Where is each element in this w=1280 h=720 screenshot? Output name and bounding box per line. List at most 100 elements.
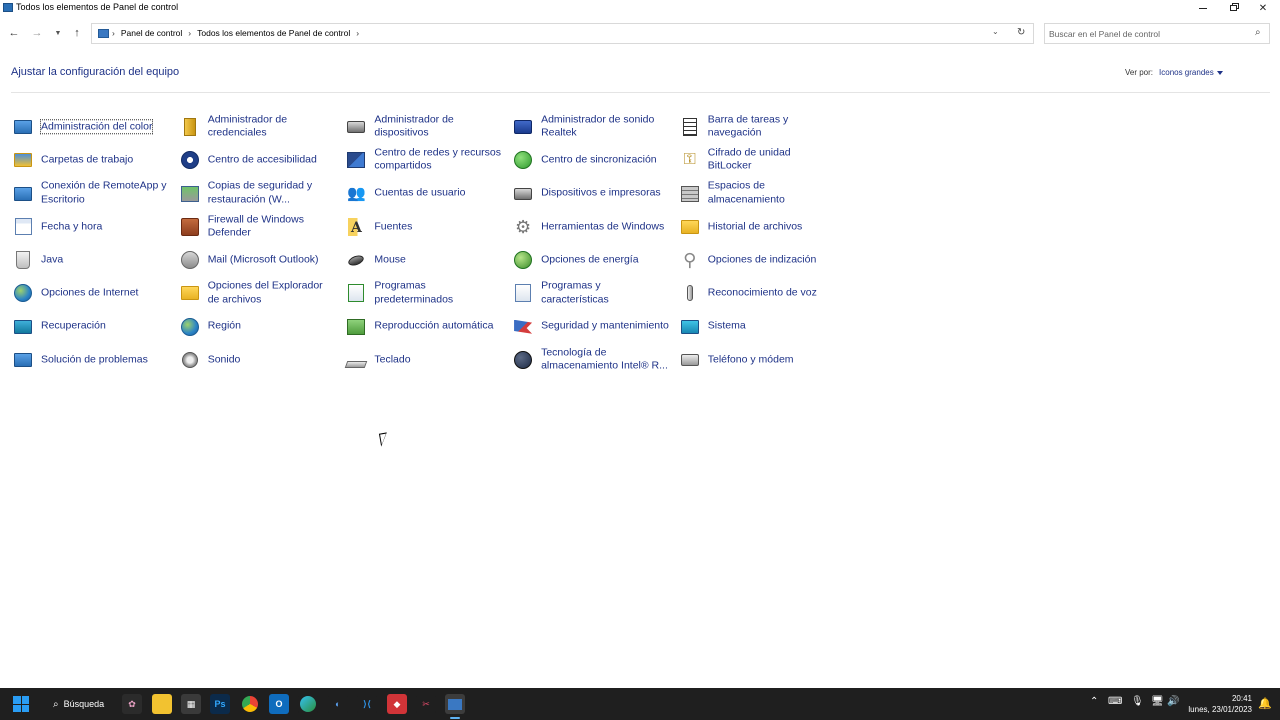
mail-icon <box>179 249 201 271</box>
chevron-up-icon[interactable]: ⌃ <box>1090 696 1098 707</box>
up-button[interactable]: ↑ <box>70 26 84 40</box>
taskbar-app-outlook[interactable]: O <box>269 694 289 714</box>
sync-center-icon <box>512 149 534 171</box>
search-box[interactable]: ⌕ <box>1044 23 1270 44</box>
taskbar-app-snipping[interactable]: ✂ <box>416 694 436 714</box>
item-system[interactable]: Sistema <box>677 310 844 343</box>
taskbar-app-store[interactable]: ▦ <box>181 694 201 714</box>
item-realtek-audio[interactable]: Administrador de sonido Realtek <box>510 110 677 143</box>
item-sync-center[interactable]: Centro de sincronización <box>510 143 677 176</box>
chrome-icon <box>242 696 258 712</box>
item-recovery[interactable]: Recuperación <box>10 310 177 343</box>
item-sound[interactable]: Sonido <box>177 343 344 376</box>
item-user-accounts[interactable]: 👥 Cuentas de usuario <box>343 177 510 210</box>
item-backup-restore[interactable]: Copias de seguridad y restauración (W... <box>177 177 344 210</box>
search-icon[interactable]: ⌕ <box>1255 27 1261 38</box>
item-devices-printers[interactable]: Dispositivos e impresoras <box>510 177 677 210</box>
clock[interactable]: 20:41 lunes, 23/01/2023 <box>1186 693 1252 715</box>
devices-printers-icon <box>512 183 534 205</box>
item-remoteapp[interactable]: Conexión de RemoteApp y Escritorio <box>10 177 177 210</box>
taskbar-app-vscode[interactable]: ⟩⟨ <box>357 694 377 714</box>
breadcrumb-control-panel[interactable]: Panel de control <box>121 28 182 38</box>
region-icon <box>179 316 201 338</box>
close-button[interactable]: ✕ <box>1248 0 1278 16</box>
breadcrumb-all-items[interactable]: Todos los elementos de Panel de control <box>197 28 350 38</box>
taskbar-app-photoshop[interactable]: Ps <box>210 694 230 714</box>
caret-down-icon[interactable] <box>1216 70 1223 75</box>
network-center-icon <box>345 149 367 171</box>
item-taskbar[interactable]: Barra de tareas y navegación <box>677 110 844 143</box>
item-date-time[interactable]: Fecha y hora <box>10 210 177 243</box>
clock-date: lunes, 23/01/2023 <box>1188 705 1252 714</box>
item-explorer-options[interactable]: Opciones del Explorador de archivos <box>177 276 344 309</box>
item-keyboard[interactable]: Teclado <box>343 343 510 376</box>
taskbar-app-control-panel[interactable] <box>445 694 465 719</box>
item-work-folders[interactable]: Carpetas de trabajo <box>10 143 177 176</box>
taskbar-app-chrome[interactable] <box>240 694 260 714</box>
item-power-options[interactable]: Opciones de energía <box>510 243 677 276</box>
bitlocker-icon: ⚿ <box>683 151 696 169</box>
recovery-icon <box>12 316 34 338</box>
item-storage-spaces[interactable]: Espacios de almacenamiento <box>677 177 844 210</box>
address-bar[interactable]: › Panel de control › Todos los elementos… <box>91 23 1034 44</box>
anydesk-icon: ◆ <box>393 698 401 709</box>
keyboard-icon <box>345 349 368 371</box>
search-input[interactable] <box>1049 27 1249 40</box>
refresh-icon[interactable]: ↻ <box>1017 27 1025 38</box>
phone-modem-icon <box>679 349 701 371</box>
item-phone-modem[interactable]: Teléfono y módem <box>677 343 844 376</box>
taskbar-app-pinwheel[interactable]: ✿ <box>122 694 142 714</box>
item-intel-storage[interactable]: Tecnología de almacenamiento Intel® R... <box>510 343 677 376</box>
item-bitlocker[interactable]: ⚿ Cifrado de unidad BitLocker <box>677 143 844 176</box>
item-autoplay[interactable]: Reproducción automática <box>343 310 510 343</box>
item-speech-recognition[interactable]: Reconocimiento de voz <box>677 276 844 309</box>
forward-button[interactable]: → <box>30 26 44 40</box>
item-default-programs[interactable]: Programas predeterminados <box>343 276 510 309</box>
item-firewall[interactable]: Firewall de Windows Defender <box>177 210 344 243</box>
item-fonts[interactable]: A Fuentes <box>343 210 510 243</box>
work-folders-icon <box>12 149 34 171</box>
storage-spaces-icon <box>679 183 701 205</box>
keyboard-tray-icon[interactable]: ⌨ <box>1108 696 1122 707</box>
view-by-dropdown[interactable]: Iconos grandes <box>1159 68 1214 77</box>
item-mouse[interactable]: Mouse <box>343 243 510 276</box>
address-dropdown-icon[interactable]: ⌄ <box>992 27 999 36</box>
item-programs-features[interactable]: Programas y características <box>510 276 677 309</box>
chevron-right-icon[interactable]: › <box>188 28 191 38</box>
minimize-button[interactable] <box>1188 0 1218 16</box>
power-options-icon <box>512 249 534 271</box>
item-mail[interactable]: Mail (Microsoft Outlook) <box>177 243 344 276</box>
item-indexing-options[interactable]: ⚲ Opciones de indización <box>677 243 844 276</box>
item-security-maintenance[interactable]: Seguridad y mantenimiento <box>510 310 677 343</box>
item-file-history[interactable]: Historial de archivos <box>677 210 844 243</box>
fonts-icon: A <box>345 216 367 238</box>
item-color-management[interactable]: Administración del color <box>10 110 177 143</box>
network-icon[interactable]: 🖥 <box>1151 696 1164 707</box>
programs-features-icon <box>512 282 534 304</box>
taskbar-search-button[interactable]: ⌕ Búsqueda <box>45 694 112 714</box>
taskbar-app-file-explorer[interactable] <box>152 694 172 714</box>
item-network-center[interactable]: Centro de redes y recursos compartidos <box>343 143 510 176</box>
item-device-manager[interactable]: Administrador de dispositivos <box>343 110 510 143</box>
volume-icon[interactable]: 🔊 <box>1167 696 1179 707</box>
item-java[interactable]: Java <box>10 243 177 276</box>
taskbar-app-messenger[interactable]: ◐ <box>328 694 348 714</box>
item-internet-options[interactable]: Opciones de Internet <box>10 276 177 309</box>
microphone-icon[interactable]: 🎙 <box>1131 696 1144 707</box>
chevron-down-icon: ▼ <box>54 29 62 37</box>
back-button[interactable]: ← <box>7 26 21 40</box>
maximize-button[interactable] <box>1218 0 1248 16</box>
taskbar-app-anydesk[interactable]: ◆ <box>387 694 407 714</box>
notification-bell-icon[interactable]: 🔔 <box>1258 697 1272 710</box>
item-credential-manager[interactable]: Administrador de credenciales <box>177 110 344 143</box>
item-region[interactable]: Región <box>177 310 344 343</box>
item-troubleshooting[interactable]: Solución de problemas <box>10 343 177 376</box>
start-button[interactable] <box>13 696 29 712</box>
navigation-bar: ← → ▼ ↑ › Panel de control › Todos los e… <box>0 20 1280 48</box>
taskbar-app-edge[interactable] <box>298 694 318 714</box>
recent-locations-button[interactable]: ▼ <box>51 26 65 40</box>
chevron-right-icon[interactable]: › <box>356 28 359 38</box>
item-windows-tools[interactable]: ⚙ Herramientas de Windows <box>510 210 677 243</box>
item-accessibility[interactable]: Centro de accesibilidad <box>177 143 344 176</box>
color-management-icon <box>12 116 34 138</box>
